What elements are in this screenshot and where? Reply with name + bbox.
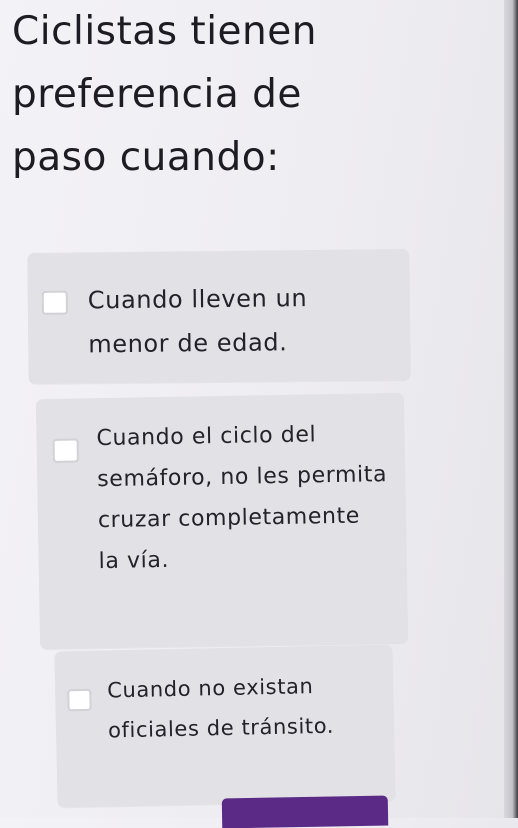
checkbox-3[interactable]: [67, 688, 92, 712]
answer-option-label: Cuando lleven un menor de edad.: [87, 284, 308, 359]
checkbox-1[interactable]: [41, 290, 68, 315]
checkbox-2[interactable]: [52, 438, 79, 463]
answer-option-2[interactable]: Cuando el ciclo del semáforo, no les per…: [35, 392, 409, 650]
answer-option-3[interactable]: Cuando no existan oficiales de tránsito.: [54, 644, 396, 808]
screen-edge: [504, 0, 518, 818]
submit-button[interactable]: [221, 795, 389, 828]
answer-option-label: Cuando no existan oficiales de tránsito.: [106, 674, 335, 743]
question-title: Ciclistas tienen preferencia de paso cua…: [12, 9, 317, 180]
answer-option-label: Cuando el ciclo del semáforo, no les per…: [96, 422, 388, 575]
answer-option-1[interactable]: Cuando lleven un menor de edad.: [27, 249, 411, 384]
